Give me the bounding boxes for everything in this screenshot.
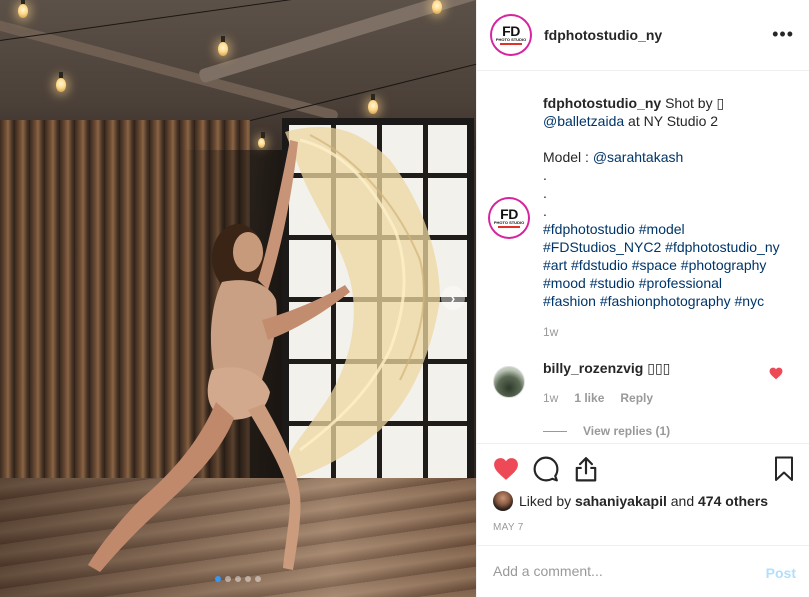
post-photo[interactable]: ›: [0, 0, 476, 597]
comment-input[interactable]: [493, 563, 743, 579]
profile-avatar[interactable]: FD PHOTO STUDIO: [492, 16, 530, 54]
caption-avatar[interactable]: FD PHOTO STUDIO: [490, 199, 528, 237]
comment-meta: 1w 1 like Reply: [543, 391, 653, 405]
hashtag-link[interactable]: #art: [543, 257, 567, 273]
dancer-figure: [88, 140, 350, 572]
hashtag-link[interactable]: #fdstudio: [571, 257, 628, 273]
post-actions: Liked by sahaniyakapil and 474 others MA…: [477, 443, 809, 545]
replies-divider: [543, 430, 567, 432]
hashtag-link[interactable]: #fashion: [543, 293, 596, 309]
caption-username[interactable]: fdphotostudio_ny: [543, 95, 661, 111]
hashtag-link[interactable]: #fdphotostudio_ny: [665, 239, 779, 255]
hashtag-link[interactable]: #FDStudios_NYC2: [543, 239, 661, 255]
chevron-right-icon: ›: [450, 290, 456, 306]
hashtag-link[interactable]: #professional: [639, 275, 722, 291]
mention-link[interactable]: @balletzaida: [543, 113, 624, 129]
carousel-indicator: [0, 576, 476, 582]
post-side-panel: FD PHOTO STUDIO fdphotostudio_ny ••• FD …: [476, 0, 809, 597]
carousel-dot: [235, 576, 241, 582]
liker-username[interactable]: sahaniyakapil: [575, 493, 667, 509]
carousel-dot: [245, 576, 251, 582]
hashtag-link[interactable]: #studio: [590, 275, 635, 291]
more-options-icon[interactable]: •••: [772, 24, 794, 45]
caption-timestamp[interactable]: 1w: [543, 325, 558, 339]
hashtag-link[interactable]: #model: [639, 221, 685, 237]
next-photo-button[interactable]: ›: [441, 286, 465, 310]
hashtag-link[interactable]: #mood: [543, 275, 586, 291]
hashtag-link[interactable]: #photography: [681, 257, 767, 273]
camera-emoji: ▯: [716, 95, 725, 111]
hashtag-link[interactable]: #space: [632, 257, 677, 273]
likes-count-link[interactable]: 474 others: [698, 493, 768, 509]
like-heart-icon[interactable]: [493, 456, 519, 482]
post-caption: fdphotostudio_ny Shot by ▯ @balletzaida …: [543, 95, 780, 309]
save-bookmark-icon[interactable]: [773, 456, 795, 482]
hashtag-link[interactable]: #fashionphotography: [600, 293, 731, 309]
carousel-dot-active: [215, 576, 221, 582]
comment-icon[interactable]: [533, 456, 559, 482]
instagram-post: › FD PHOTO STUDIO fdphotostudio_ny ••• F…: [0, 0, 809, 597]
post-comment-button[interactable]: Post: [766, 565, 796, 581]
commenter-username[interactable]: billy_rozenzvig: [543, 360, 643, 376]
carousel-dot: [225, 576, 231, 582]
mention-link[interactable]: @sarahtakash: [593, 149, 683, 165]
profile-username[interactable]: fdphotostudio_ny: [544, 27, 662, 43]
liker-avatar[interactable]: [493, 491, 513, 511]
comments-section[interactable]: FD PHOTO STUDIO fdphotostudio_ny Shot by…: [477, 71, 809, 443]
add-comment-bar: Post: [477, 545, 809, 597]
reply-button[interactable]: Reply: [620, 391, 653, 405]
carousel-dot: [255, 576, 261, 582]
comment-timestamp[interactable]: 1w: [543, 391, 558, 405]
comment-text: billy_rozenzvig ▯▯▯: [543, 360, 671, 376]
hashtag-link[interactable]: #nyc: [735, 293, 765, 309]
share-icon[interactable]: [573, 456, 599, 482]
commenter-avatar[interactable]: [493, 366, 525, 398]
comment-like-heart-icon[interactable]: [769, 367, 783, 380]
view-replies-button[interactable]: View replies (1): [543, 424, 670, 438]
likes-summary: Liked by sahaniyakapil and 474 others: [493, 491, 768, 511]
post-header: FD PHOTO STUDIO fdphotostudio_ny •••: [477, 0, 809, 71]
hashtag-link[interactable]: #fdphotostudio: [543, 221, 635, 237]
comment-like-count[interactable]: 1 like: [574, 391, 604, 405]
post-date[interactable]: MAY 7: [493, 522, 524, 533]
